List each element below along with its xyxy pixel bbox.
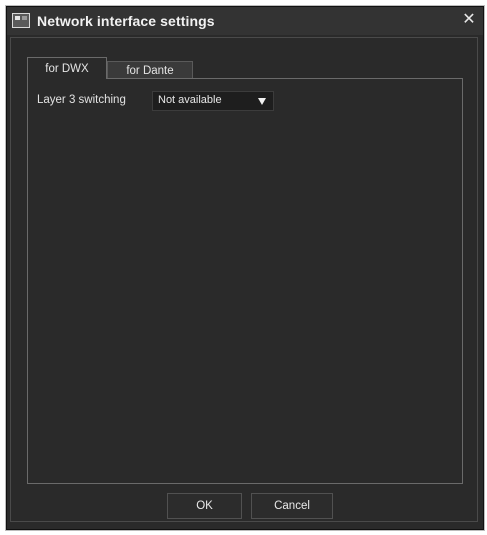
tab-for-dwx[interactable]: for DWX	[27, 57, 107, 79]
layer3-switching-value: Not available	[158, 94, 222, 106]
layer3-switching-select[interactable]: Not available	[152, 91, 274, 111]
network-interface-settings-dialog: Network interface settings ✕ for DWX for…	[6, 6, 484, 530]
cancel-button[interactable]: Cancel	[251, 493, 333, 519]
chevron-down-icon	[258, 98, 266, 105]
dialog-title: Network interface settings	[37, 13, 215, 29]
tab-for-dante[interactable]: for Dante	[107, 61, 193, 79]
close-icon[interactable]: ✕	[459, 10, 479, 30]
layer3-switching-label: Layer 3 switching	[37, 94, 126, 106]
title-bar: Network interface settings ✕	[7, 7, 483, 35]
app-window-icon	[12, 13, 30, 28]
tab-panel-for-dwx: Layer 3 switching Not available	[27, 78, 463, 484]
ok-button[interactable]: OK	[167, 493, 242, 519]
